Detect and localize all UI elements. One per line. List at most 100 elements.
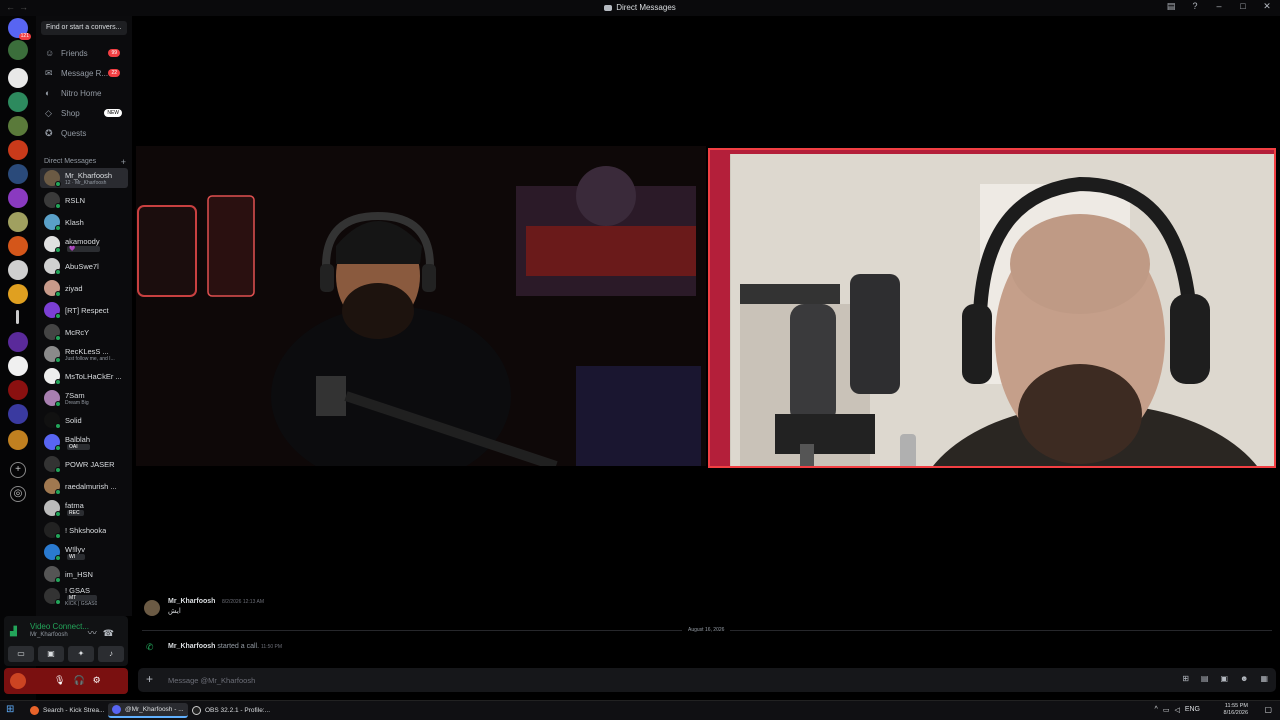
avatar	[44, 412, 61, 429]
gear-icon[interactable]: ⚙	[93, 675, 109, 685]
mic-icon[interactable]: 🎙	[54, 675, 73, 685]
sticker-icon[interactable]: ▣	[1220, 674, 1228, 683]
nav-message-requests[interactable]: ✉ Message R... 22	[40, 64, 128, 82]
avatar[interactable]	[144, 600, 160, 616]
activities-button[interactable]: ✦	[68, 646, 94, 662]
gift-icon[interactable]: ⊞	[1182, 674, 1189, 683]
server-icon[interactable]	[8, 236, 28, 256]
dm-name: W!llyv	[65, 544, 85, 554]
message-input[interactable]	[168, 672, 1068, 688]
server-icon[interactable]	[8, 140, 28, 160]
camera-button[interactable]: ▭	[8, 646, 34, 662]
discover-icon[interactable]: ◎	[10, 486, 26, 502]
server-icon[interactable]	[8, 404, 28, 424]
volume-icon[interactable]: ◁	[1174, 706, 1179, 714]
dm-item[interactable]: Mr_Kharfoosh 12 · Mr_Kharfoosh	[40, 168, 128, 188]
server-icon[interactable]	[8, 260, 28, 280]
dm-item[interactable]: MsToLHaCkEr ...	[40, 366, 128, 386]
attach-plus-icon[interactable]: +	[146, 672, 153, 686]
message-author[interactable]: Mr_Kharfoosh	[168, 598, 215, 605]
taskbar-app-browser[interactable]: Search - Kick Strea...	[26, 703, 108, 718]
dm-item[interactable]: im_HSN	[40, 564, 128, 584]
video-tile-local[interactable]	[708, 148, 1276, 468]
status-indicator	[55, 577, 61, 583]
screen-share-button[interactable]: ▣	[38, 646, 64, 662]
dm-item[interactable]: RSLN	[40, 190, 128, 210]
dm-item[interactable]: POWR JASER	[40, 454, 128, 474]
add-server-icon[interactable]: +	[10, 462, 26, 478]
inbox-icon[interactable]: ▤	[1164, 1, 1178, 12]
apps-icon[interactable]: ▦	[1260, 674, 1268, 683]
dm-item[interactable]: raedalmurish ...	[40, 476, 128, 496]
voice-status[interactable]: Video Connect...	[30, 622, 89, 631]
disconnect-icon[interactable]: ☎	[103, 628, 120, 638]
server-icon[interactable]	[8, 68, 28, 88]
dm-name: im_HSN	[65, 569, 93, 579]
language-indicator[interactable]: ENG	[1185, 706, 1200, 714]
taskbar-app-obs[interactable]: OBS 32.2.1 - Profile:...	[188, 703, 274, 718]
dm-item[interactable]: akamoody 💜	[40, 234, 128, 254]
clock[interactable]: 11:55 PM 8/16/2026	[1224, 703, 1248, 717]
dm-item[interactable]: ! Shkshooka	[40, 520, 128, 540]
dm-item[interactable]: Balblah OAI	[40, 432, 128, 452]
firefox-icon	[30, 706, 39, 715]
close-button[interactable]: ✕	[1260, 1, 1274, 12]
dm-item[interactable]: ! GSAS MT KICK | GSAS0	[40, 586, 128, 607]
voice-channel[interactable]: Mr_Kharfoosh	[30, 632, 68, 638]
search-input[interactable]: Find or start a convers...	[41, 21, 127, 35]
server-icon[interactable]	[8, 164, 28, 184]
server-icon[interactable]	[8, 380, 28, 400]
dm-item[interactable]: 7Sam Dream Big	[40, 388, 128, 408]
avatar	[44, 566, 61, 583]
avatar[interactable]	[10, 673, 26, 689]
help-icon[interactable]: ?	[1188, 1, 1202, 12]
soundboard-button[interactable]: ♪	[98, 646, 124, 662]
dm-item[interactable]: fatma REC	[40, 498, 128, 518]
home-button[interactable]: 121	[8, 18, 31, 40]
avatar	[44, 390, 61, 407]
call-author[interactable]: Mr_Kharfoosh	[168, 643, 215, 650]
nav-quests[interactable]: ✪ Quests	[40, 124, 128, 142]
dm-item[interactable]: AbuSwe7l	[40, 256, 128, 276]
status-indicator	[55, 423, 61, 429]
status-indicator	[55, 203, 61, 209]
server-icon[interactable]	[8, 332, 28, 352]
user-panel: 🎙🎧⚙	[4, 668, 128, 694]
dm-item[interactable]: Solid	[40, 410, 128, 430]
server-icon[interactable]	[8, 40, 28, 60]
video-tile-remote[interactable]	[136, 146, 706, 466]
minimize-button[interactable]: –	[1212, 1, 1226, 12]
server-icon[interactable]	[8, 212, 28, 232]
badge: 22	[108, 69, 120, 77]
emoji-icon[interactable]: ☻	[1240, 674, 1248, 683]
nav-shop[interactable]: ◇ Shop NEW	[40, 104, 128, 122]
server-icon[interactable]	[8, 116, 28, 136]
dm-item[interactable]: W!llyv WI	[40, 542, 128, 562]
server-icon[interactable]	[8, 188, 28, 208]
windows-start-icon[interactable]: ⊞	[6, 705, 16, 715]
nav-friends[interactable]: ☺ Friends 99	[40, 44, 128, 62]
avatar	[44, 346, 61, 363]
server-icon[interactable]	[8, 284, 28, 304]
server-icon[interactable]	[8, 430, 28, 450]
avatar	[44, 170, 61, 187]
nav-nitro-home[interactable]: ◐ Nitro Home	[40, 84, 128, 102]
taskbar-app-discord[interactable]: @Mr_Kharfoosh - ...	[108, 703, 188, 718]
server-icon[interactable]	[8, 92, 28, 112]
tray-chevron-icon[interactable]: ^	[1155, 706, 1158, 714]
notification-icon[interactable]: ▢	[1264, 705, 1272, 714]
add-dm-icon[interactable]: +	[121, 157, 126, 167]
headphones-icon[interactable]: 🎧	[73, 675, 92, 685]
avatar	[44, 434, 61, 451]
dm-item[interactable]: RecKLesS ... Just follow me, and I...	[40, 344, 128, 364]
maximize-button[interactable]: □	[1236, 1, 1250, 12]
network-icon[interactable]: ▭	[1163, 706, 1170, 714]
dm-item[interactable]: [RT] Respect	[40, 300, 128, 320]
dm-item[interactable]: ziyad	[40, 278, 128, 298]
server-icon[interactable]	[8, 356, 28, 376]
noise-suppression-icon[interactable]: 〰	[88, 628, 103, 638]
dm-item[interactable]: Klash	[40, 212, 128, 232]
dm-item[interactable]: McRcY	[40, 322, 128, 342]
gif-icon[interactable]: ▤	[1201, 674, 1209, 683]
avatar	[44, 236, 61, 253]
